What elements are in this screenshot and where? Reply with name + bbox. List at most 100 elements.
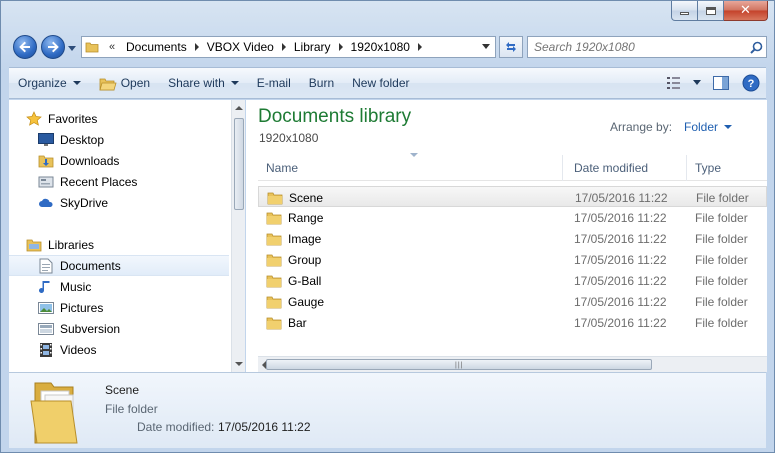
navigation-pane: Favorites Desktop Downloads Recent Place… <box>9 100 231 372</box>
file-name-cell: Gauge <box>266 291 324 312</box>
breadcrumb-library[interactable]: Library <box>290 40 335 54</box>
breadcrumb-documents[interactable]: Documents <box>122 40 191 54</box>
search-input[interactable] <box>528 38 746 56</box>
minimize-button[interactable] <box>671 1 698 21</box>
tree-libraries[interactable]: Libraries <box>25 234 231 255</box>
details-name: Scene <box>105 383 140 397</box>
arrange-by-value: Folder <box>684 120 719 134</box>
file-row[interactable]: Image 17/05/2016 11:22 File folder <box>258 228 767 249</box>
arrange-by-dropdown[interactable]: Folder <box>684 120 733 134</box>
file-name: Gauge <box>288 294 325 309</box>
pictures-icon <box>37 300 55 316</box>
preview-pane-icon <box>713 76 729 90</box>
email-label: E-mail <box>256 76 291 90</box>
file-row[interactable]: Scene 17/05/2016 11:22 File folder <box>258 186 767 207</box>
file-type: File folder <box>695 231 748 246</box>
preview-pane-button[interactable] <box>706 71 736 95</box>
share-with-button[interactable]: Share with <box>159 68 248 98</box>
file-row[interactable]: Gauge 17/05/2016 11:22 File folder <box>258 291 767 312</box>
scrollbar-thumb[interactable] <box>234 118 244 210</box>
file-type: File folder <box>695 210 748 225</box>
file-type: File folder <box>695 315 748 330</box>
library-title: Documents library <box>258 106 412 127</box>
folder-icon <box>266 317 282 329</box>
breadcrumb-vbox-video[interactable]: VBOX Video <box>203 40 278 54</box>
command-bar: Organize Open Share with E-mail Burn New… <box>9 67 766 99</box>
horizontal-scrollbar[interactable]: ||| <box>258 356 767 372</box>
chevron-down-icon <box>693 80 701 85</box>
tree-item-pictures[interactable]: Pictures <box>37 297 231 318</box>
organize-button[interactable]: Organize <box>9 68 90 98</box>
breadcrumb-arrow-icon[interactable] <box>191 37 203 57</box>
arrange-by-label: Arrange by: <box>610 120 673 134</box>
tree-label: Recent Places <box>60 174 138 189</box>
help-button[interactable]: ? <box>736 71 766 95</box>
tree-favorites[interactable]: Favorites <box>25 108 231 129</box>
downloads-folder-icon <box>37 153 55 169</box>
file-row[interactable]: Range 17/05/2016 11:22 File folder <box>258 207 767 228</box>
scrollbar-thumb[interactable]: ||| <box>266 359 652 370</box>
overflow-chevrons[interactable]: « <box>102 41 122 53</box>
file-type: File folder <box>696 190 749 205</box>
column-header-type[interactable]: Type <box>687 155 767 181</box>
refresh-button[interactable] <box>499 36 523 58</box>
search-icon[interactable] <box>746 41 766 54</box>
help-icon: ? <box>742 74 760 92</box>
file-name: Group <box>288 252 322 267</box>
scroll-down-icon[interactable] <box>235 362 243 366</box>
email-button[interactable]: E-mail <box>248 68 300 98</box>
file-name-cell: Bar <box>266 312 307 333</box>
open-label: Open <box>120 76 151 90</box>
tree-item-videos[interactable]: Videos <box>37 339 231 360</box>
details-date-label: Date modified: <box>137 420 215 434</box>
breadcrumb-1920x1080[interactable]: 1920x1080 <box>347 40 414 54</box>
address-bar[interactable]: « Documents VBOX Video Library 1920x1080 <box>81 36 496 58</box>
column-header-row: Name Date modified Type <box>258 153 767 181</box>
cloud-icon <box>37 195 55 211</box>
address-dropdown-button[interactable] <box>477 37 495 57</box>
tree-item-skydrive[interactable]: SkyDrive <box>37 192 231 213</box>
search-box[interactable] <box>527 36 767 58</box>
file-row[interactable]: Group 17/05/2016 11:22 File folder <box>258 249 767 270</box>
breadcrumb-arrow-icon[interactable] <box>414 37 426 57</box>
tree-item-music[interactable]: Music <box>37 276 231 297</box>
view-options-button[interactable] <box>662 71 706 95</box>
column-header-date-modified[interactable]: Date modified <box>566 155 687 181</box>
maximize-button[interactable] <box>698 1 724 21</box>
back-button[interactable] <box>13 35 37 59</box>
navigation-bar: « Documents VBOX Video Library 1920x1080 <box>9 33 767 61</box>
share-with-label: Share with <box>168 76 225 90</box>
file-row[interactable]: Bar 17/05/2016 11:22 File folder <box>258 312 767 333</box>
details-type: File folder <box>105 402 158 416</box>
new-folder-label: New folder <box>352 76 410 90</box>
open-button[interactable]: Open <box>90 68 159 98</box>
tree-item-downloads[interactable]: Downloads <box>37 150 231 171</box>
breadcrumb-arrow-icon[interactable] <box>335 37 347 57</box>
navigation-pane-scrollbar[interactable] <box>231 100 245 372</box>
tree-label: Desktop <box>60 132 105 147</box>
recent-places-icon <box>37 174 55 190</box>
tree-label: SkyDrive <box>60 195 109 210</box>
file-name: Range <box>288 210 324 225</box>
scroll-up-icon[interactable] <box>235 106 243 110</box>
new-folder-button[interactable]: New folder <box>343 68 418 98</box>
refresh-icon <box>506 42 516 52</box>
tree-item-recent-places[interactable]: Recent Places <box>37 171 231 192</box>
file-type: File folder <box>695 273 748 288</box>
details-pane: Scene File folder Date modified: 17/05/2… <box>9 372 766 448</box>
breadcrumb-arrow-icon[interactable] <box>278 37 290 57</box>
folder-icon <box>82 37 102 57</box>
column-header-name[interactable]: Name <box>258 155 563 181</box>
column-label: Date modified <box>574 161 649 175</box>
chevron-down-icon <box>230 81 239 85</box>
recent-pages-dropdown[interactable] <box>67 42 77 52</box>
close-button[interactable]: ✕ <box>724 1 768 21</box>
star-icon <box>25 110 43 127</box>
tree-item-desktop[interactable]: Desktop <box>37 129 231 150</box>
tree-item-subversion[interactable]: Subversion <box>37 318 231 339</box>
explorer-window: ✕ « Documents VBOX Video Library 1920x10… <box>0 0 775 453</box>
burn-button[interactable]: Burn <box>300 68 343 98</box>
file-row[interactable]: G-Ball 17/05/2016 11:22 File folder <box>258 270 767 291</box>
forward-button[interactable] <box>41 35 65 59</box>
tree-item-documents[interactable]: Documents <box>9 255 229 276</box>
